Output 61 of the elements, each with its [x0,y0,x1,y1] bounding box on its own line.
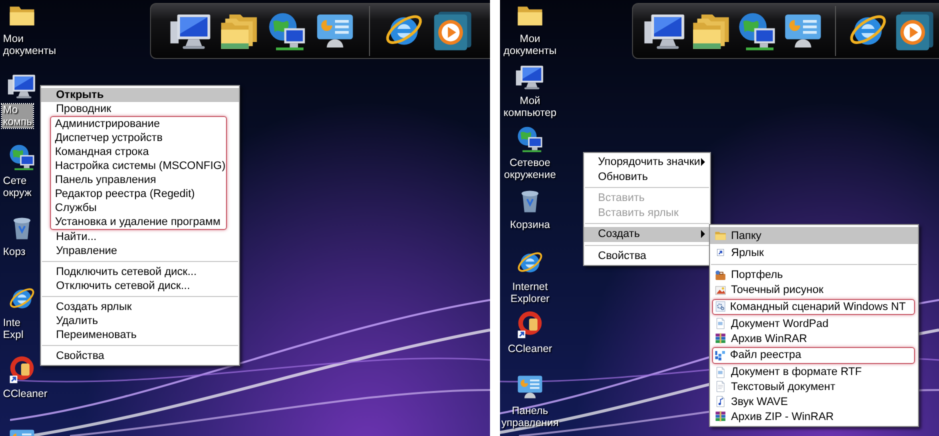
menu-item[interactable]: Отключить сетевой диск... [41,279,239,293]
menu-item[interactable]: Звук WAVE [710,394,918,410]
menu-item[interactable]: Удалить [41,314,239,328]
desktop-icon-label[interactable]: CCleaner [506,343,554,355]
menu-item[interactable]: Диспетчер устройств [51,131,226,145]
menu-item[interactable]: Текстовый документ [710,380,918,394]
document-icon [714,317,727,330]
menu-item[interactable]: Проводник [41,102,239,116]
archive-icon [714,410,727,424]
menu-item[interactable]: Документ в формате RTF [710,364,918,380]
folder-icon [714,229,727,242]
desktop-icon-label[interactable]: Мой компьютер [502,95,558,119]
sound-file-icon [714,395,727,408]
menu-item[interactable]: Архив WinRAR [710,331,918,346]
menu-item[interactable]: Управление [41,244,239,258]
menu-item[interactable]: Панель управления [51,173,226,187]
menu-item[interactable]: Создать [584,227,710,242]
menu-item[interactable]: Администрирование [51,117,226,131]
menu-item[interactable]: Найти... [41,230,239,244]
desktop-icon-label[interactable]: Корз [2,246,26,258]
desktop-icon-label[interactable]: Корзина [509,219,551,231]
desktop-icon-label[interactable]: Internet Explorer [509,281,551,305]
desktop-icon-label[interactable]: CCleaner [2,388,48,400]
menu-item[interactable]: Переименовать [41,328,239,342]
menu-item[interactable]: Командный сценарий Windows NT [713,300,914,314]
submenu-arrow-icon [701,230,705,238]
script-icon [714,300,727,314]
desktop-icon-label[interactable]: Мои документы [2,33,58,57]
menu-item[interactable]: Создать ярлык [41,300,239,314]
menu-item[interactable]: Точечный рисунок [710,282,918,298]
menu-item[interactable]: Упорядочить значки [584,155,710,170]
globe-computer-icon[interactable] [7,142,37,172]
menu-item[interactable]: Открыть [41,88,239,102]
archive-icon [714,332,727,346]
desktop-icon-label[interactable]: Сете окруж [2,175,33,199]
menu-item[interactable]: Службы [51,201,226,215]
menu-item[interactable]: Свойства [41,349,239,363]
desktop-icon-label[interactable]: Мои документы [502,33,558,57]
menu-item[interactable]: Папку [710,227,918,244]
menu-item[interactable]: Портфель [710,268,918,283]
menu-item[interactable]: Редактор реестра (Regedit) [51,187,226,201]
menu-item[interactable]: Архив ZIP - WinRAR [710,409,918,424]
menu-item[interactable]: Настройка системы (MSCONFIG) [51,159,226,173]
shortcut-icon [714,246,727,259]
registry-icon [714,348,727,362]
submenu-arrow-icon [701,158,705,166]
picture-icon [714,284,727,297]
globe-computer-icon[interactable] [515,124,545,154]
menu-item[interactable]: Файл реестра [713,348,914,363]
document-icon [714,366,727,379]
text-document-icon [714,380,727,394]
menu-item[interactable]: Установка и удаление программ [51,215,226,229]
menu-item[interactable]: Ярлык [710,244,918,261]
desktop-icon-label[interactable]: Сетевое окружение [503,157,557,181]
briefcase-icon [714,268,727,282]
menu-item[interactable]: Документ WordPad [710,316,918,332]
menu-item[interactable]: Свойства [584,248,710,263]
menu-item[interactable]: Подключить сетевой диск... [41,265,239,279]
desktop-icon-label[interactable]: Inte Expl [2,317,24,341]
menu-item[interactable]: Обновить [584,170,710,184]
menu-item[interactable]: Командная строка [51,145,226,159]
